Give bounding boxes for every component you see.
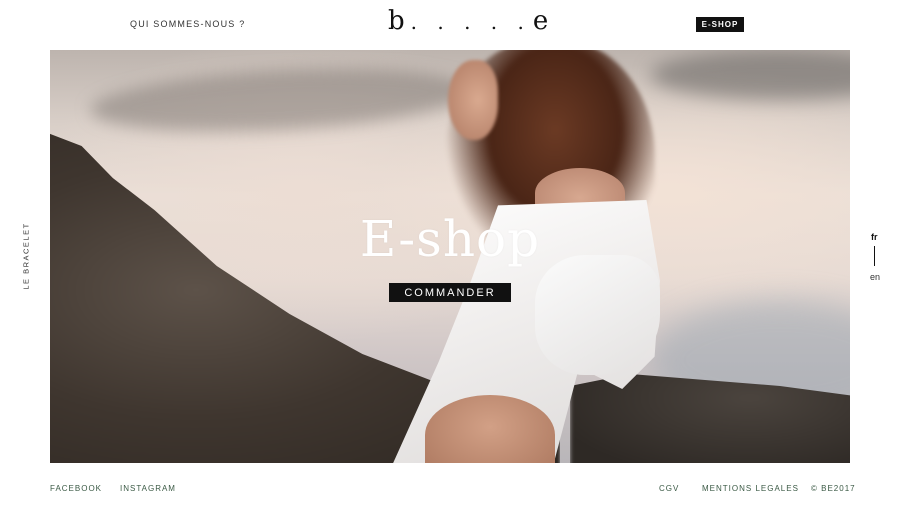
hero-title: E-shop bbox=[359, 210, 541, 268]
hero-model-sleeve bbox=[535, 255, 660, 375]
footer-instagram-link[interactable]: INSTAGRAM bbox=[120, 484, 176, 493]
footer-cgv-link[interactable]: CGV bbox=[659, 484, 679, 493]
lang-fr-link[interactable]: fr bbox=[871, 232, 878, 242]
footer-facebook-link[interactable]: FACEBOOK bbox=[50, 484, 102, 493]
hero-model-face bbox=[448, 60, 498, 140]
footer-copyright: © BE2017 bbox=[811, 484, 856, 493]
lang-divider bbox=[874, 246, 875, 266]
logo-dots: . . . . . bbox=[410, 10, 531, 34]
logo-letter-e: e bbox=[532, 6, 549, 36]
commander-button[interactable]: COMMANDER bbox=[389, 283, 511, 302]
logo-letter-b: b bbox=[388, 6, 405, 36]
nav-about-link[interactable]: QUI SOMMES-NOUS ? bbox=[130, 19, 245, 29]
side-link-bracelet[interactable]: LE BRACELET bbox=[22, 222, 31, 289]
footer-legal-link[interactable]: MENTIONS LEGALES bbox=[702, 484, 799, 493]
eshop-button[interactable]: E-SHOP bbox=[696, 17, 744, 32]
lang-en-link[interactable]: en bbox=[870, 272, 880, 282]
hero-banner: E-shop COMMANDER bbox=[50, 50, 850, 463]
logo[interactable]: b. . . . .e bbox=[388, 6, 548, 36]
